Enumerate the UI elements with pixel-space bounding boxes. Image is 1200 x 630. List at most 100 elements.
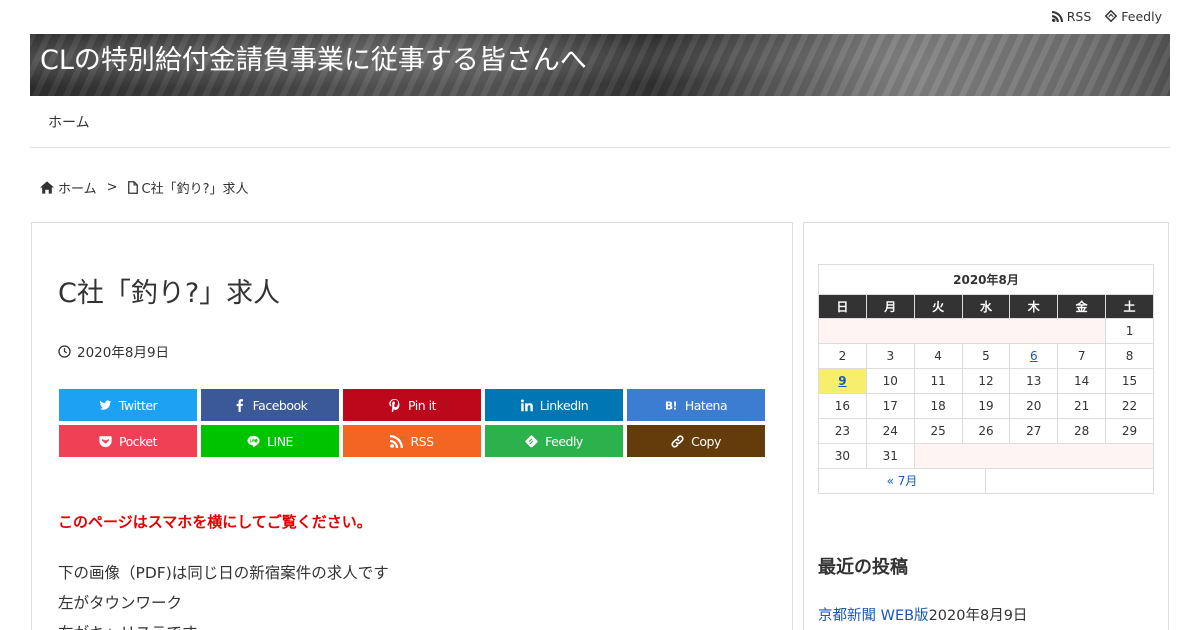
- recent-post-item: 京都新聞 WEB版2020年8月9日: [818, 604, 1027, 625]
- rss-label: RSS: [1066, 8, 1092, 24]
- calendar-weekday: 日: [818, 294, 867, 319]
- body-line-3: 右がキャリステです: [58, 621, 198, 630]
- calendar-day: 28: [1057, 418, 1107, 444]
- calendar-day: 14: [1057, 368, 1107, 394]
- linkedin-icon: [520, 398, 533, 411]
- calendar-weekday: 木: [1009, 294, 1059, 319]
- share-button-copy[interactable]: Copy: [627, 425, 765, 457]
- share-button-hatena[interactable]: B! Hatena: [627, 389, 765, 421]
- share-button-line[interactable]: LINE: [201, 425, 339, 457]
- calendar-week-row: 30 31: [818, 443, 1155, 469]
- share-button-pin-it[interactable]: Pin it: [343, 389, 481, 421]
- svg-text:B!: B!: [665, 400, 677, 411]
- calendar-week-row: 16 17 18 19 20 21 22: [818, 393, 1154, 419]
- calendar-week-row: 23 24 25 26 27 28 29: [818, 418, 1154, 444]
- main-content: C社「釣り?」求人 2020年8月9日 Twitter Facebook Pin i…: [31, 222, 793, 630]
- home-icon: [40, 181, 54, 194]
- share-button-label: Copy: [691, 433, 721, 449]
- global-nav: ホーム: [30, 96, 1170, 148]
- pocket-icon: [99, 435, 112, 447]
- calendar-day: 26: [961, 418, 1011, 444]
- calendar-day: 23: [818, 418, 867, 444]
- calendar-days: 1 2 3 4 5 6 7 8 9 10 11 12 13 14 15 16 17 18 19 20 21 22 23 24 2…: [817, 318, 1155, 469]
- nav-item-home[interactable]: ホーム: [48, 112, 90, 132]
- breadcrumb: ホーム > C社「釣り?」求人: [40, 178, 249, 197]
- calendar-day: 18: [913, 393, 963, 419]
- calendar-weekday-row: 日月火水木金土: [818, 294, 1154, 319]
- rss-icon: [1051, 10, 1063, 22]
- recent-post-link[interactable]: 京都新聞 WEB版: [818, 608, 929, 624]
- share-button-label: Pocket: [119, 433, 158, 449]
- calendar-day: 20: [1009, 393, 1059, 419]
- calendar-day: 13: [1009, 368, 1059, 394]
- share-button-label: Feedly: [545, 433, 583, 449]
- calendar-day: 3: [865, 343, 915, 369]
- calendar-day: 31: [865, 443, 915, 469]
- calendar-day: 24: [865, 418, 915, 444]
- top-feed-links: RSS Feedly: [1051, 0, 1162, 32]
- share-button-label: RSS: [410, 433, 434, 449]
- facebook-icon: [236, 398, 243, 412]
- calendar-day-link[interactable]: 6: [1030, 349, 1038, 363]
- share-button-label: Twitter: [118, 397, 158, 413]
- breadcrumb-current: C社「釣り?」求人: [141, 182, 249, 197]
- body-line-1: 下の画像（PDF)は同じ日の新宿案件の求人です: [58, 564, 389, 582]
- share-button-feedly[interactable]: Feedly: [485, 425, 623, 457]
- calendar-nav: « 7月: [818, 469, 1154, 494]
- calendar-day: 29: [1105, 418, 1154, 444]
- calendar-day: 17: [865, 393, 915, 419]
- feedly-link[interactable]: Feedly: [1105, 9, 1162, 24]
- calendar-day: 27: [1009, 418, 1059, 444]
- rss-link[interactable]: RSS: [1051, 8, 1092, 24]
- calendar-day: 1: [1105, 318, 1154, 344]
- body-line-2: 左がタウンワーク: [58, 594, 183, 612]
- share-button-linkedin[interactable]: LinkedIn: [485, 389, 623, 421]
- calendar-day: 22: [1105, 393, 1154, 419]
- calendar-day: 6: [1009, 343, 1059, 369]
- calendar-day: 25: [913, 418, 963, 444]
- post-date: 2020年8月9日: [58, 341, 169, 361]
- share-button-facebook[interactable]: Facebook: [201, 389, 339, 421]
- share-button-label: LinkedIn: [539, 397, 589, 413]
- calendar-week-row: 1: [817, 318, 1154, 344]
- calendar-day: 5: [961, 343, 1011, 369]
- clock-icon: [58, 344, 71, 358]
- calendar-day-link[interactable]: 9: [838, 374, 846, 388]
- share-button-label: LINE: [267, 433, 293, 449]
- share-button-label: Hatena: [684, 397, 728, 413]
- calendar-weekday: 水: [961, 294, 1011, 319]
- site-title[interactable]: CLの特別給付金請負事業に従事する皆さんへ: [40, 38, 587, 77]
- share-button-rss[interactable]: RSS: [343, 425, 481, 457]
- calendar-prev-month[interactable]: « 7月: [819, 469, 986, 493]
- calendar-day: 30: [818, 443, 867, 469]
- breadcrumb-separator: >: [106, 180, 118, 195]
- feedly-label: Feedly: [1121, 8, 1162, 24]
- share-button-twitter[interactable]: Twitter: [59, 389, 197, 421]
- calendar-pad: [817, 318, 1107, 344]
- pinterest-icon: [389, 398, 400, 412]
- calendar-week-row: 9 10 11 12 13 14 15: [818, 368, 1154, 394]
- rss-icon: [390, 434, 404, 448]
- calendar-day: 9: [818, 368, 867, 394]
- recent-post-date: 2020年8月9日: [928, 608, 1028, 624]
- header-banner[interactable]: CLの特別給付金請負事業に従事する皆さんへ: [30, 34, 1170, 96]
- calendar-weekday: 火: [913, 294, 963, 319]
- share-button-pocket[interactable]: Pocket: [59, 425, 197, 457]
- feedly-icon: [1105, 10, 1118, 22]
- calendar-widget: 2020年8月 日月火水木金土 1 2 3 4 5 6 7 8 9 10 11 12 13 14 15 16 1…: [817, 264, 1155, 469]
- calendar-day: 11: [913, 368, 963, 394]
- breadcrumb-home[interactable]: ホーム: [58, 178, 97, 197]
- calendar-weekday: 月: [865, 294, 915, 319]
- share-button-label: Pin it: [407, 397, 437, 413]
- calendar-week-row: 2345 6 78: [818, 343, 1154, 369]
- line-icon: [247, 435, 260, 447]
- document-icon: [127, 181, 138, 194]
- share-button-label: Facebook: [252, 397, 308, 413]
- calendar-day: 10: [865, 368, 915, 394]
- calendar-day: 21: [1057, 393, 1107, 419]
- calendar-weekday: 土: [1105, 294, 1154, 319]
- calendar-day: 2: [818, 343, 867, 369]
- entry-title: C社「釣り?」求人: [58, 278, 281, 309]
- calendar-day: 8: [1105, 343, 1154, 369]
- calendar-day: 4: [913, 343, 963, 369]
